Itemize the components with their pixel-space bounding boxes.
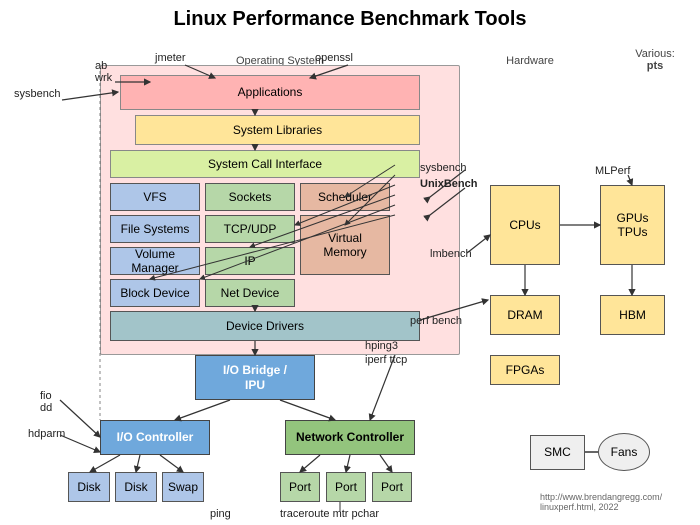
cpus-box: CPUs: [490, 185, 560, 265]
disk1-label: Disk: [77, 480, 100, 494]
ann-sysbench-left: sysbench: [14, 88, 60, 100]
fpgas-box: FPGAs: [490, 355, 560, 385]
fans-box: Fans: [598, 433, 650, 471]
smc-label: SMC: [544, 445, 571, 459]
virtual-memory-box: Virtual Memory: [300, 215, 390, 275]
net-device-box: Net Device: [205, 279, 295, 307]
tcp-udp-box: TCP/UDP: [205, 215, 295, 243]
ann-traceroute: traceroute mtr pchar: [280, 508, 379, 520]
scheduler-label: Scheduler: [318, 190, 372, 204]
ann-iperf-ttcp: iperf ttcp: [365, 354, 407, 366]
net-device-label: Net Device: [221, 286, 280, 300]
port2-label: Port: [335, 480, 357, 494]
various-val: pts: [630, 60, 680, 72]
io-bridge-box: I/O Bridge / IPU: [195, 355, 315, 400]
io-bridge-label: I/O Bridge / IPU: [223, 363, 287, 392]
file-systems-box: File Systems: [110, 215, 200, 243]
gpus-tpus-label: GPUs TPUs: [616, 211, 648, 240]
smc-box: SMC: [530, 435, 585, 470]
ip-box: IP: [205, 247, 295, 275]
network-controller-box: Network Controller: [285, 420, 415, 455]
hbm-label: HBM: [619, 308, 646, 322]
gpus-tpus-box: GPUs TPUs: [600, 185, 665, 265]
port3-box: Port: [372, 472, 412, 502]
vfs-box: VFS: [110, 183, 200, 211]
port1-box: Port: [280, 472, 320, 502]
io-controller-box: I/O Controller: [100, 420, 210, 455]
diagram: Linux Performance Benchmark Tools Operat…: [0, 0, 700, 525]
swap-box: Swap: [162, 472, 204, 502]
virtual-memory-label: Virtual Memory: [323, 231, 366, 260]
cpus-label: CPUs: [509, 218, 540, 232]
various-label: Various:: [620, 48, 690, 60]
dram-label: DRAM: [507, 308, 542, 322]
tcp-udp-label: TCP/UDP: [224, 222, 277, 236]
hw-section-label: Hardware: [490, 55, 570, 67]
vfs-label: VFS: [143, 190, 166, 204]
disk1-box: Disk: [68, 472, 110, 502]
volume-manager-label: Volume Manager: [111, 247, 199, 276]
volume-manager-box: Volume Manager: [110, 247, 200, 275]
scheduler-box: Scheduler: [300, 183, 390, 211]
fpgas-label: FPGAs: [506, 363, 545, 377]
fans-label: Fans: [611, 445, 638, 459]
system-libraries-label: System Libraries: [233, 123, 322, 137]
hbm-box: HBM: [600, 295, 665, 335]
device-drivers-box: Device Drivers: [110, 311, 420, 341]
device-drivers-label: Device Drivers: [226, 319, 304, 333]
ann-hdparm: hdparm: [28, 428, 65, 440]
sockets-label: Sockets: [229, 190, 272, 204]
io-controller-label: I/O Controller: [117, 430, 194, 444]
applications-label: Applications: [238, 85, 303, 99]
applications-box: Applications: [120, 75, 420, 110]
disk2-box: Disk: [115, 472, 157, 502]
disk2-label: Disk: [124, 480, 147, 494]
sockets-box: Sockets: [205, 183, 295, 211]
file-systems-label: File Systems: [121, 222, 190, 236]
ann-jmeter: jmeter: [155, 52, 186, 64]
network-controller-label: Network Controller: [296, 430, 404, 444]
port3-label: Port: [381, 480, 403, 494]
ann-mlperf: MLPerf: [595, 165, 630, 177]
system-libraries-box: System Libraries: [135, 115, 420, 145]
block-device-label: Block Device: [120, 286, 189, 300]
page-title: Linux Performance Benchmark Tools: [0, 8, 700, 31]
swap-label: Swap: [168, 480, 198, 494]
ann-ping: ping: [210, 508, 231, 520]
ann-fio-dd: fio dd: [40, 390, 52, 414]
port2-box: Port: [326, 472, 366, 502]
sci-label: System Call Interface: [208, 157, 322, 171]
url-credit: http://www.brendangregg.com/linuxperf.ht…: [540, 492, 662, 512]
sci-box: System Call Interface: [110, 150, 420, 178]
ip-label: IP: [244, 254, 255, 268]
port1-label: Port: [289, 480, 311, 494]
dram-box: DRAM: [490, 295, 560, 335]
block-device-box: Block Device: [110, 279, 200, 307]
